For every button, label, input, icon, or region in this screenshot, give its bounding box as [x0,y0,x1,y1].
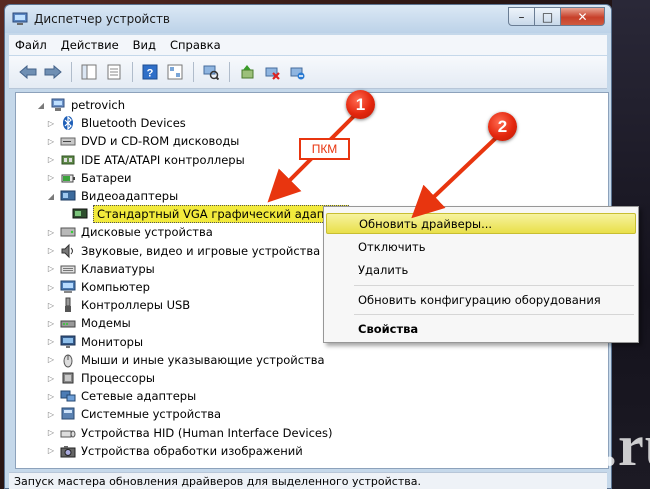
arrow-2 [411,134,500,219]
rmb-callout: ПКМ [299,138,350,160]
step-badge-2: 2 [488,112,517,141]
step-badge-1: 1 [346,90,375,119]
watermark: Postila.ru [428,413,650,478]
